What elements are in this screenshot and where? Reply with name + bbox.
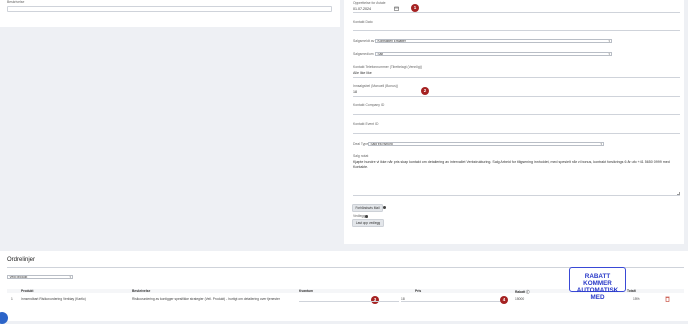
- row-number: 1: [11, 297, 13, 301]
- opprettelse-date-input[interactable]: 01.07.2024: [353, 7, 371, 11]
- col-pris: Pris: [415, 289, 422, 293]
- notater-textarea[interactable]: Kjøpte hundre vi ikke når pris skap kont…: [353, 159, 680, 196]
- notater-label: Salg notat: [353, 154, 369, 158]
- step-badge-2: 2: [421, 87, 429, 95]
- row-beskrivelse: Risikovurdering av kontigger spesifikke …: [132, 297, 280, 301]
- chat-bubble-icon[interactable]: [0, 312, 8, 324]
- innsalgsbel-underline: [353, 96, 680, 97]
- forhandsvis-mail-button[interactable]: Forhåndsvis Mail: [352, 204, 383, 212]
- top-left-panel: Beskrivelse: [0, 0, 340, 27]
- ordrelinjer-title: Ordrelinjer: [7, 257, 36, 263]
- deal-type-label: Deal Type: [353, 142, 369, 146]
- row-rabatt-input[interactable]: 15000: [515, 297, 524, 301]
- vedlegg-label: Vedlegg: [353, 214, 366, 218]
- innsalgsbel-label: Innsalgsbel (Manuell (Bonus)): [353, 84, 399, 88]
- beskrivelse-label: Beskrivelse: [7, 0, 25, 4]
- rabatt-callout: RABATT KOMMER AUTOMATISK MED: [569, 267, 626, 301]
- trash-icon[interactable]: [665, 296, 670, 302]
- kontakt-event-label: Kontakt Event ID: [353, 122, 379, 126]
- kontakt-telefon-label: Kontakt Telefonnummer (Tilrettelagt (Ven…: [353, 65, 422, 69]
- col-totalt: Totalt: [627, 289, 636, 293]
- col-beskrivelse: Beskrivelse: [132, 289, 151, 293]
- callout-line-2: AUTOMATISK MED: [576, 287, 619, 301]
- opprettelse-label: Opprettelse for Avtale: [353, 1, 386, 5]
- kontakt-dato-label: Kontakt Dato: [353, 20, 373, 24]
- salgsmedium-label: Salgsmedium: [353, 52, 374, 56]
- notater-line-1: Kjøpte hundre vi ikke når pris skap kont…: [353, 160, 670, 164]
- kontakt-company-input[interactable]: [353, 114, 680, 115]
- step-badge-4: 4: [500, 296, 508, 304]
- col-produkt: Produkt: [21, 289, 34, 293]
- col-rabatt: Rabatt ⓘ: [515, 290, 530, 294]
- col-kvantum: Kvantum: [299, 289, 314, 293]
- calendar-icon[interactable]: [394, 6, 399, 11]
- resize-handle-icon[interactable]: [677, 192, 680, 195]
- right-form-panel: Opprettelse for Avtale 01.07.2024 1 Kont…: [344, 0, 684, 244]
- deal-type-select[interactable]: Salg fra Nyborg ▾: [368, 142, 604, 146]
- kontakt-telefon-underline: [353, 77, 680, 78]
- salgsmeldt-label: Salgsmeldt av: [353, 39, 375, 43]
- kontakt-dato-input[interactable]: [353, 30, 680, 31]
- notater-line-2: Kontakte.: [353, 165, 369, 169]
- row-totalt: 15%: [633, 297, 640, 301]
- opprettelse-underline: [353, 12, 680, 13]
- beskrivelse-input[interactable]: [7, 6, 332, 12]
- info-icon: [383, 206, 386, 209]
- velg-produkt-select[interactable]: Velg produkt ▾: [7, 275, 73, 279]
- step-badge-1: 1: [411, 4, 419, 12]
- row-kvantum-input[interactable]: [299, 297, 399, 302]
- kontakt-company-label: Kontakt Company ID: [353, 103, 385, 107]
- kontakt-event-input[interactable]: [353, 133, 680, 134]
- salgsmedium-select[interactable]: Salt ▾: [375, 52, 612, 56]
- kontakt-telefon-input[interactable]: Alle like like: [353, 71, 372, 75]
- row-pris-input[interactable]: 18: [401, 297, 501, 302]
- row-produkt: Innsendbart Risikovurdering Verktøy (Kar…: [21, 297, 86, 301]
- salgsmeldt-select[interactable]: Kontrakten Erstatter ▾: [375, 39, 612, 43]
- last-opp-vedlegg-button[interactable]: Last opp vedlegg: [352, 219, 384, 227]
- callout-line-1: RABATT KOMMER: [583, 273, 612, 287]
- innsalgsbel-input[interactable]: 18: [353, 90, 357, 94]
- info-icon: [365, 215, 368, 218]
